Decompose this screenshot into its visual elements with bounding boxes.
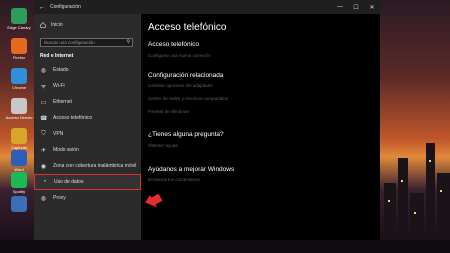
annotation-arrow-icon [145,193,163,208]
home-link[interactable]: Inicio [40,22,63,28]
setup-connection-link[interactable]: Configurar una nueva conexión [148,53,211,58]
section-feedback-title: Ayúdanos a mejorar Windows [148,166,235,173]
search-input[interactable]: Buscar una configuración ⚲ [40,38,133,47]
settings-window: ← Configuración — ☐ ✕ Inicio Buscar una … [34,0,380,240]
globe-icon: ◍ [40,195,47,202]
wifi-icon: ᯤ [40,84,47,90]
window-title: Configuración [50,4,81,10]
app-icon [11,68,27,84]
desktop-shortcut[interactable]: Acceso Directo [4,98,34,120]
desktop-shortcut[interactable]: Capturas [4,128,34,150]
sidebar-item-data-usage[interactable]: ◔ Uso de datos [34,174,141,190]
sidebar-item-ethernet[interactable]: ▭ Ethernet [34,94,141,110]
app-icon [11,196,27,212]
content-pane: Acceso telefónico Acceso telefónico Conf… [141,14,380,240]
vpn-icon: ⛉ [41,130,46,137]
app-icon [11,128,27,144]
search-placeholder: Buscar una configuración [44,40,95,45]
desktop-shortcut-label: Chrome [11,85,27,90]
sidebar-item-label: Uso de datos [54,179,84,185]
airplane-icon: ✈ [40,147,47,154]
home-label: Inicio [51,22,63,28]
section-related-title: Configuración relacionada [148,72,224,79]
maximize-button[interactable]: ☐ [348,4,364,11]
hotspot-icon: ◉ [40,163,47,170]
sidebar-item-airplane[interactable]: ✈ Modo avión [34,142,141,158]
search-icon: ⚲ [126,39,130,45]
page-title: Acceso telefónico [148,22,227,33]
sidebar-item-label: Proxy [53,195,66,201]
desktop-shortcut[interactable]: Firefox [4,38,34,60]
data-usage-icon: ◔ [42,179,47,185]
sidebar-item-label: Estado [53,67,69,73]
section-dialup-title: Acceso telefónico [148,41,199,48]
back-arrow-icon[interactable]: ← [34,4,50,11]
section-title: Red e Internet [40,53,74,59]
minimize-button[interactable]: — [332,4,348,10]
section-questions-title: ¿Tienes alguna pregunta? [148,131,224,138]
city-skyline [380,120,450,253]
desktop-shortcut-label: Edge Canary [7,25,31,30]
sidebar-item-label: VPN [53,131,64,137]
sidebar-item-globe[interactable]: ◍ Estado [34,62,141,78]
dialup-icon: ☎ [40,115,48,122]
nav-list: ◍ Estado ᯤ Wi-Fi ▭ Ethernet ☎ Acceso telefónico… [34,62,141,206]
sidebar-item-globe[interactable]: ◍ Proxy [34,190,141,206]
desktop-shortcut-label: Acceso Directo [5,115,33,120]
get-help-link[interactable]: Obtener ayuda [148,143,178,148]
title-bar: ← Configuración — ☐ ✕ [34,0,380,14]
desktop-shortcut[interactable] [4,196,34,213]
app-icon [11,172,27,188]
sidebar-item-dialup[interactable]: ☎ Acceso telefónico [34,110,141,126]
sidebar: Inicio Buscar una configuración ⚲ Red e … [34,14,141,240]
sidebar-item-hotspot[interactable]: ◉ Zona con cobertura inalámbrica móvil [34,158,141,174]
desktop-shortcut[interactable]: Edge Canary [4,8,34,30]
sidebar-item-label: Wi-Fi [53,83,65,89]
globe-icon: ◍ [40,67,47,74]
ethernet-icon: ▭ [40,99,47,106]
desktop-shortcut[interactable]: Spotify [4,172,34,194]
app-icon [11,150,27,166]
sidebar-item-label: Acceso telefónico [53,115,93,121]
app-icon [11,98,27,114]
sidebar-item-wifi[interactable]: ᯤ Wi-Fi [34,78,141,94]
related-link-network-center[interactable]: Centro de redes y recursos compartidos [148,96,228,101]
desktop-shortcut[interactable]: Chrome [4,68,34,90]
home-icon [40,22,46,28]
sidebar-item-vpn[interactable]: ⛉ VPN [34,126,141,142]
desktop-shortcut-label: Firefox [12,55,26,60]
related-link-firewall[interactable]: Firewall de Windows [148,109,189,114]
sidebar-item-label: Zona con cobertura inalámbrica móvil [53,163,137,169]
feedback-link[interactable]: Envíanos tus comentarios [148,177,200,182]
related-link-adapter[interactable]: Cambiar opciones del adaptador [148,83,213,88]
app-icon [11,8,27,24]
app-icon [11,38,27,54]
taskbar [0,240,450,253]
sidebar-item-label: Ethernet [53,99,72,105]
desktop-shortcut[interactable]: Word [4,150,34,172]
close-button[interactable]: ✕ [364,4,380,11]
desktop-shortcut-label: Spotify [12,189,26,194]
sidebar-item-label: Modo avión [53,147,79,153]
